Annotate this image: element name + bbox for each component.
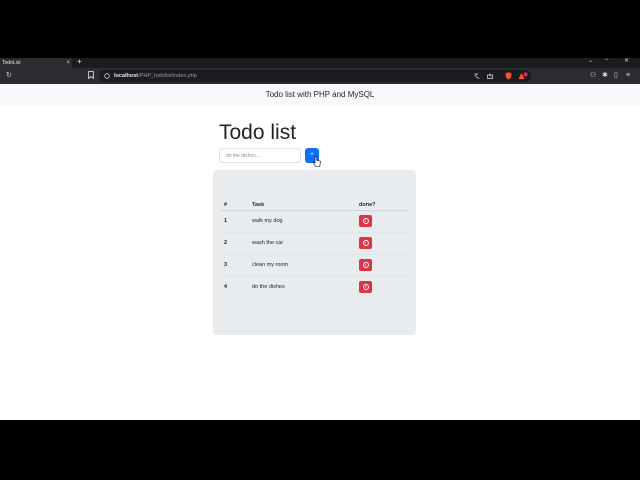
translate-icon[interactable] [474, 73, 480, 79]
table-row: 3 clean my room × [220, 254, 408, 277]
todo-table: # Task done? 1 walk my dog × 2 wash the … [220, 200, 408, 298]
delete-task-button[interactable]: × [359, 259, 372, 271]
minimize-button[interactable]: – [605, 57, 608, 63]
tab-search-icon[interactable]: ⌄ [588, 57, 593, 64]
table-row: 1 walk my dog × [220, 210, 408, 233]
site-info-icon[interactable] [104, 73, 110, 79]
navbar: Todo list with PHP and MySQL [0, 84, 640, 106]
table-row: 4 do the dishes × [220, 276, 408, 298]
profile-icon[interactable]: ⚇ [590, 71, 596, 81]
task-id: 3 [220, 254, 248, 277]
share-icon[interactable] [487, 73, 493, 79]
page-viewport: Todo list with PHP and MySQL Todo list +… [0, 84, 640, 420]
task-id: 4 [224, 284, 228, 291]
delete-task-button[interactable]: × [359, 215, 372, 227]
new-tab-button[interactable]: + [77, 57, 82, 66]
task-name: do the dishes [252, 284, 285, 291]
bookmark-icon[interactable] [88, 71, 94, 83]
reload-icon[interactable]: ↻ [6, 71, 12, 81]
done-cell: × [355, 254, 408, 277]
x-circle-icon: × [362, 262, 369, 268]
task-input[interactable] [219, 148, 301, 163]
task-name: wash the car [248, 232, 355, 255]
mouse-cursor-icon [313, 156, 321, 167]
task-id: 1 [220, 210, 248, 233]
table-row: 2 wash the car × [220, 232, 408, 255]
sidebar-icon[interactable]: ▯ [614, 71, 618, 81]
navbar-title[interactable]: Todo list with PHP and MySQL [266, 90, 375, 99]
header-done: done? [355, 200, 408, 211]
done-cell: × [355, 210, 408, 233]
delete-task-button[interactable]: × [359, 281, 372, 294]
x-circle-icon: × [362, 218, 369, 224]
screen: TodoList × + ⌄ – ✕ ↻ localhost/PHP_todol… [0, 0, 640, 480]
rewards-icon[interactable] [518, 72, 528, 80]
browser-tab[interactable]: TodoList × [0, 58, 72, 68]
tab-title: TodoList [2, 60, 21, 66]
url-path: /PHP_todolist/index.php [138, 73, 197, 79]
todo-card: # Task done? 1 walk my dog × 2 wash the … [213, 170, 416, 335]
x-circle-icon: × [362, 240, 369, 246]
close-window-button[interactable]: ✕ [624, 57, 629, 64]
done-cell: × [355, 232, 408, 255]
delete-task-button[interactable]: × [359, 237, 372, 249]
page-title: Todo list [219, 121, 297, 144]
tab-close-icon[interactable]: × [66, 58, 70, 68]
browser-toolbar: ↻ localhost/PHP_todolist/index.php ⚇ ✱ ▯… [0, 68, 640, 84]
table-header-row: # Task done? [220, 200, 408, 211]
tab-strip: TodoList × + ⌄ – ✕ [0, 57, 640, 68]
task-name: walk my dog [248, 210, 355, 233]
menu-icon[interactable]: ≡ [626, 71, 630, 81]
address-bar[interactable]: localhost/PHP_todolist/index.php [99, 70, 531, 82]
url-host: localhost [114, 73, 139, 79]
brave-shield-icon[interactable] [505, 72, 512, 80]
done-cell: × [355, 276, 408, 298]
header-id: # [220, 200, 248, 211]
header-task: Task [248, 200, 355, 211]
x-circle-icon: × [362, 284, 369, 291]
task-name: clean my room [248, 254, 355, 277]
task-id: 2 [220, 232, 248, 255]
extensions-icon[interactable]: ✱ [602, 71, 608, 81]
url-text: localhost/PHP_todolist/index.php [114, 70, 197, 82]
